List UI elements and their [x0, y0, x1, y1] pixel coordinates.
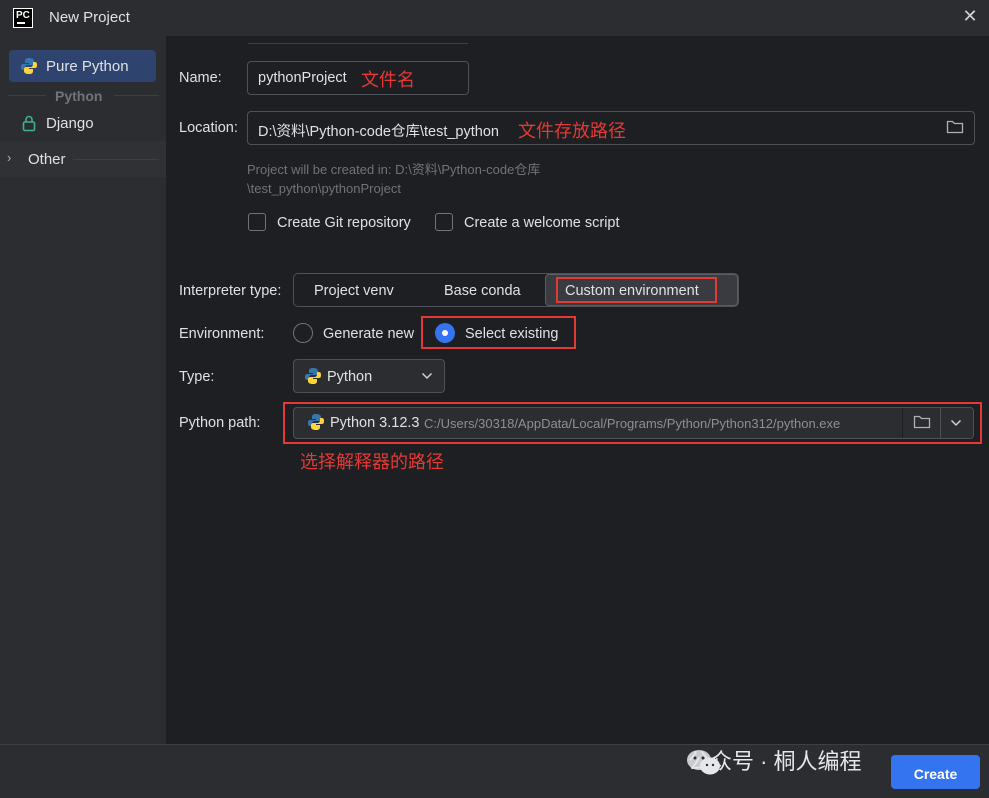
- python-path-annotation: 选择解释器的路径: [300, 452, 444, 472]
- chevron-right-icon: ›: [7, 150, 12, 165]
- python-path-label: Python path:: [179, 415, 261, 431]
- location-label: Location:: [179, 120, 238, 136]
- radio-generate-new[interactable]: [293, 323, 313, 343]
- python-path-value: C:/Users/30318/AppData/Local/Programs/Py…: [424, 416, 841, 431]
- django-icon: [22, 115, 36, 132]
- location-field-value: D:\资料\Python-code仓库\test_python: [258, 124, 499, 140]
- location-hint-line2: \test_python\pythonProject: [247, 181, 401, 196]
- location-hint-line1: Project will be created in: D:\资料\Python…: [247, 162, 541, 177]
- divider: [73, 159, 159, 160]
- pycharm-logo-icon: PC: [13, 8, 33, 28]
- folder-icon[interactable]: [913, 414, 931, 430]
- location-annotation: 文件存放路径: [518, 121, 626, 141]
- interpreter-type-label: Interpreter type:: [179, 283, 282, 299]
- divider: [248, 43, 468, 44]
- sidebar-item-label: Other: [28, 151, 66, 168]
- divider: [940, 408, 941, 438]
- sidebar-item-label: Django: [46, 115, 94, 132]
- tab-project-venv[interactable]: Project venv: [314, 283, 394, 299]
- sidebar-item-label: Pure Python: [46, 58, 129, 75]
- tab-custom-environment-label: Custom environment: [565, 283, 699, 299]
- environment-label: Environment:: [179, 326, 265, 342]
- chevron-down-icon: [421, 372, 433, 380]
- radio-select-existing-label: Select existing: [465, 326, 559, 342]
- chevron-down-icon[interactable]: [950, 419, 962, 427]
- name-field-value: pythonProject: [258, 70, 347, 86]
- welcome-checkbox-label: Create a welcome script: [464, 215, 620, 231]
- python-icon: [305, 368, 321, 384]
- close-icon[interactable]: ✕: [961, 7, 979, 25]
- divider: [8, 95, 46, 96]
- watermark-text: 公众号 · 桐人编程: [688, 749, 862, 774]
- welcome-script-checkbox[interactable]: [435, 213, 453, 231]
- type-dropdown-value: Python: [327, 369, 373, 385]
- python-icon: [308, 414, 324, 430]
- git-checkbox[interactable]: [248, 213, 266, 231]
- python-version: Python 3.12.3: [330, 415, 420, 431]
- divider: [114, 95, 159, 96]
- name-label: Name:: [179, 70, 222, 86]
- name-annotation: 文件名: [361, 70, 415, 90]
- tab-base-conda[interactable]: Base conda: [444, 283, 521, 299]
- window-title: New Project: [49, 9, 130, 26]
- folder-icon[interactable]: [946, 119, 964, 135]
- radio-generate-new-label: Generate new: [323, 326, 415, 342]
- divider: [902, 408, 903, 438]
- sidebar-group-label: Python: [55, 88, 103, 104]
- radio-select-existing[interactable]: [435, 323, 455, 343]
- create-button[interactable]: Create: [891, 755, 980, 789]
- git-checkbox-label: Create Git repository: [277, 215, 411, 231]
- type-label: Type:: [179, 369, 215, 385]
- title-bar: [0, 0, 989, 36]
- python-icon: [21, 58, 37, 74]
